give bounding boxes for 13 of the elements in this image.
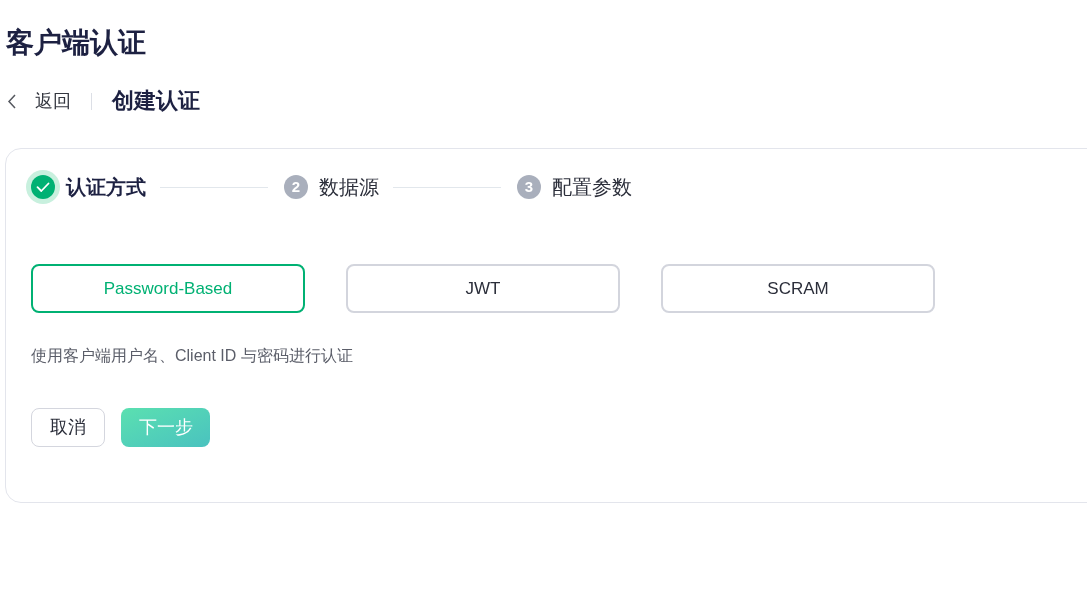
step-label: 数据源	[319, 175, 379, 200]
auth-option[interactable]: JWT	[346, 264, 620, 313]
description-text: 使用客户端用户名、Client ID 与密码进行认证	[31, 346, 353, 366]
step-label: 配置参数	[552, 175, 632, 200]
step-label: 认证方式	[66, 175, 146, 200]
page-title: 客户端认证	[6, 26, 146, 60]
step-number: 3	[517, 175, 541, 199]
chevron-left-icon	[7, 93, 17, 109]
cancel-button[interactable]: 取消	[31, 408, 105, 447]
auth-option[interactable]: SCRAM	[661, 264, 935, 313]
back-link[interactable]: 返回	[7, 89, 71, 113]
step-number: 2	[284, 175, 308, 199]
page-subtitle: 创建认证	[112, 87, 200, 115]
